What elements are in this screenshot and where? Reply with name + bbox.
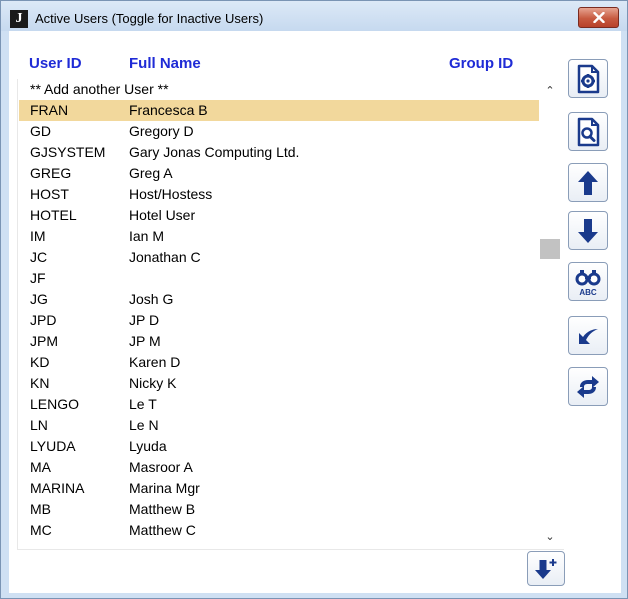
full-name-cell: Host/Hostess	[129, 186, 213, 202]
table-row[interactable]: KD Karen D	[19, 352, 539, 373]
table-row[interactable]: GJSYSTEM Gary Jonas Computing Ltd.	[19, 142, 539, 163]
user-id-cell: GREG	[30, 165, 72, 181]
table-row[interactable]: IM Ian M	[19, 226, 539, 247]
table-row[interactable]: JF	[19, 268, 539, 289]
column-header-full-name[interactable]: Full Name	[129, 55, 201, 72]
full-name-cell: JP M	[129, 333, 161, 349]
full-name-cell: Le N	[129, 417, 159, 433]
user-id-cell: JC	[30, 249, 48, 265]
full-name-cell: JP D	[129, 312, 160, 328]
user-id-cell: LYUDA	[30, 438, 76, 454]
scroll-up-icon[interactable]: ⌃	[539, 81, 561, 101]
user-id-cell: MB	[30, 501, 51, 517]
full-name-cell: Marina Mgr	[129, 480, 200, 496]
toggle-button[interactable]	[568, 367, 608, 406]
full-name-cell: Nicky K	[129, 375, 177, 391]
table-row[interactable]: JPD JP D	[19, 310, 539, 331]
user-id-cell: MARINA	[30, 480, 85, 496]
vertical-scrollbar[interactable]: ⌃ ⌄	[539, 81, 561, 547]
user-id-cell: HOST	[30, 186, 69, 202]
user-id-cell: LN	[30, 417, 48, 433]
add-user-row[interactable]: ** Add another User **	[19, 79, 539, 100]
arrow-down-add-icon	[535, 558, 557, 579]
settings-doc-button[interactable]	[568, 59, 608, 98]
full-name-cell: Masroor A	[129, 459, 193, 475]
table-row[interactable]: JC Jonathan C	[19, 247, 539, 268]
column-header-group-id[interactable]: Group ID	[449, 55, 513, 72]
full-name-cell: Lyuda	[129, 438, 167, 454]
add-user-label: ** Add another User **	[30, 81, 169, 97]
table-row[interactable]: LENGO Le T	[19, 394, 539, 415]
user-id-cell: MA	[30, 459, 51, 475]
full-name-cell: Gregory D	[129, 123, 194, 139]
scroll-down-icon[interactable]: ⌄	[539, 527, 561, 547]
title-bar[interactable]: J Active Users (Toggle for Inactive User…	[1, 1, 627, 31]
move-down-button[interactable]	[568, 211, 608, 250]
dialog-body: User ID Full Name Group ID ** Add anothe…	[9, 31, 621, 593]
table-row[interactable]: GD Gregory D	[19, 121, 539, 142]
move-up-button[interactable]	[568, 163, 608, 202]
full-name-cell: Le T	[129, 396, 157, 412]
table-row[interactable]: MA Masroor A	[19, 457, 539, 478]
table-row[interactable]: MARINA Marina Mgr	[19, 478, 539, 499]
scroll-thumb[interactable]	[540, 239, 560, 259]
full-name-cell: Francesca B	[129, 102, 208, 118]
table-row[interactable]: MC Matthew C	[19, 520, 539, 541]
user-id-cell: GD	[30, 123, 51, 139]
user-id-cell: IM	[30, 228, 46, 244]
table-row[interactable]: JG Josh G	[19, 289, 539, 310]
arrow-down-icon	[578, 218, 598, 243]
binoculars-label: ABC	[579, 288, 597, 297]
table-row[interactable]: GREG Greg A	[19, 163, 539, 184]
find-button[interactable]: ABC	[568, 262, 608, 301]
user-id-cell: JPM	[30, 333, 58, 349]
refresh-arrows-icon	[577, 375, 599, 398]
table-row[interactable]: LN Le N	[19, 415, 539, 436]
app-logo-icon: J	[10, 10, 28, 28]
full-name-cell: Gary Jonas Computing Ltd.	[129, 144, 300, 160]
gear-document-icon	[577, 64, 600, 93]
full-name-cell: Matthew B	[129, 501, 196, 517]
full-name-cell: Hotel User	[129, 207, 196, 223]
table-row[interactable]: HOST Host/Hostess	[19, 184, 539, 205]
user-id-cell: KN	[30, 375, 50, 391]
user-id-cell: JG	[30, 291, 48, 307]
table-row[interactable]: LYUDA Lyuda	[19, 436, 539, 457]
full-name-cell: Josh G	[129, 291, 174, 307]
close-button[interactable]	[578, 7, 619, 28]
user-id-cell: MC	[30, 522, 52, 538]
table-row[interactable]: MB Matthew B	[19, 499, 539, 520]
full-name-cell: Matthew C	[129, 522, 196, 538]
user-list-window: J Active Users (Toggle for Inactive User…	[0, 0, 628, 599]
table-row[interactable]: HOTEL Hotel User	[19, 205, 539, 226]
user-id-cell: FRAN	[30, 102, 69, 118]
arrow-up-icon	[578, 170, 598, 195]
table-row[interactable]: FRAN Francesca B	[19, 100, 539, 121]
full-name-cell: Jonathan C	[129, 249, 201, 265]
undo-button[interactable]	[568, 316, 608, 355]
close-icon	[592, 12, 605, 23]
magnify-document-icon	[577, 117, 600, 146]
user-id-cell: GJSYSTEM	[30, 144, 106, 160]
table-row[interactable]: KN Nicky K	[19, 373, 539, 394]
full-name-cell: Greg A	[129, 165, 173, 181]
user-id-cell: JF	[30, 270, 46, 286]
binoculars-abc-icon: ABC	[575, 269, 601, 297]
user-list[interactable]: ** Add another User ** FRAN Francesca B GD…	[19, 79, 539, 546]
user-id-cell: HOTEL	[30, 207, 77, 223]
full-name-cell: Ian M	[129, 228, 165, 244]
search-doc-button[interactable]	[568, 112, 608, 151]
user-id-cell: JPD	[30, 312, 57, 328]
undo-arrow-icon	[579, 328, 598, 344]
append-user-button[interactable]	[527, 551, 565, 586]
full-name-cell: Karen D	[129, 354, 181, 370]
user-id-cell: LENGO	[30, 396, 80, 412]
window-title: Active Users (Toggle for Inactive Users)	[35, 11, 264, 26]
column-header-user-id[interactable]: User ID	[29, 55, 82, 72]
user-id-cell: KD	[30, 354, 50, 370]
table-row[interactable]: JPM JP M	[19, 331, 539, 352]
